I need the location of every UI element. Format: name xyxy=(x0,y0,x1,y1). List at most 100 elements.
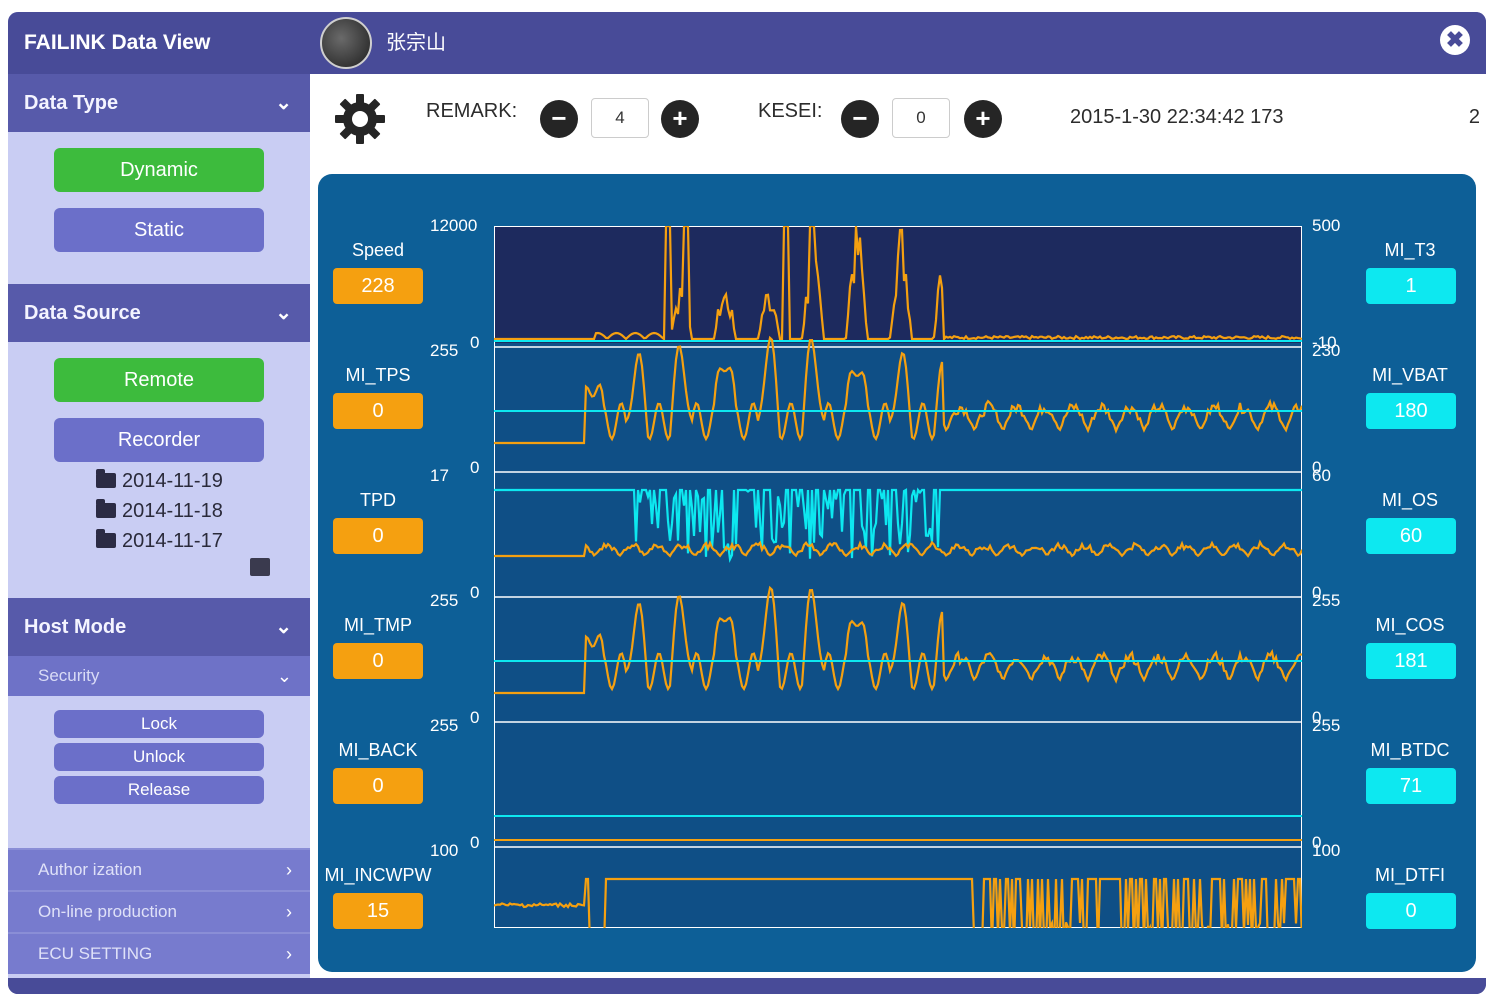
section-host-mode-label: Host Mode xyxy=(24,616,127,638)
kesei-label: KESEI: xyxy=(758,100,823,122)
right-channel-value: 1 xyxy=(1366,268,1456,304)
avatar[interactable] xyxy=(320,17,372,69)
right-channel-label: MI_OS xyxy=(1381,490,1438,510)
left-channel-label: TPD xyxy=(360,490,396,510)
left-channel-label: Speed xyxy=(351,240,405,260)
chart-panel: Speed 228 MI_T3 1 12000 0 500 -10 MI_TPS 0 MI_VBAT… xyxy=(318,174,1476,972)
folder-item[interactable]: 2014-11-18 xyxy=(8,496,310,526)
sidebar-item-label: On-line production xyxy=(38,902,177,921)
section-host-mode[interactable]: Host Mode ⌄ xyxy=(8,598,310,656)
lock-button[interactable]: Lock xyxy=(54,710,264,738)
left-axis-max: 100 xyxy=(430,841,459,860)
kesei-plus-button[interactable]: + xyxy=(964,100,1002,138)
username: 张宗山 xyxy=(386,32,446,54)
close-icon[interactable]: ✖ xyxy=(1440,25,1470,55)
calendar-icon[interactable] xyxy=(250,558,270,576)
left-channel-value: 15 xyxy=(333,893,423,929)
right-channel-label: MI_T3 xyxy=(1384,240,1436,260)
right-channel-value: 71 xyxy=(1366,768,1456,804)
folder-icon xyxy=(96,499,116,518)
left-axis-min: 0 xyxy=(470,333,480,352)
static-button[interactable]: Static xyxy=(54,208,264,252)
folder-label: 2014-11-19 xyxy=(122,470,223,492)
security-toggle[interactable]: Security ⌄ xyxy=(8,656,310,696)
left-channel-label: MI_TMP xyxy=(343,615,412,635)
main-content: REMARK: − 4 + KESEI: − 0 + 2015-1-30 22:… xyxy=(310,74,1486,978)
data-source-body: Remote Recorder 2014-11-19 2014-11-18 20… xyxy=(8,342,310,598)
right-channel-label: MI_VBAT xyxy=(1372,365,1448,385)
folder-icon xyxy=(96,529,116,548)
release-button[interactable]: Release xyxy=(54,776,264,804)
left-channel-value: 0 xyxy=(333,518,423,554)
chevron-down-icon: ⌄ xyxy=(275,302,292,324)
data-type-body: Dynamic Static xyxy=(8,132,310,284)
chevron-down-icon: ⌄ xyxy=(275,92,292,114)
right-channel-value: 0 xyxy=(1366,893,1456,929)
sidebar: FAILINK Data View Data Type ⌄ Dynamic St… xyxy=(8,12,310,978)
timestamp: 2015-1-30 22:34:42 173 xyxy=(1070,106,1284,128)
toolbar: REMARK: − 4 + KESEI: − 0 + 2015-1-30 22:… xyxy=(310,74,1486,164)
gear-icon[interactable] xyxy=(332,91,388,147)
record-count: 2 xyxy=(1468,106,1480,128)
right-channel-value: 181 xyxy=(1366,643,1456,679)
chevron-right-icon: › xyxy=(286,944,292,964)
right-axis-max: 230 xyxy=(1312,341,1341,360)
left-axis-min: 0 xyxy=(470,583,480,602)
remark-plus-button[interactable]: + xyxy=(661,100,699,138)
section-data-type-label: Data Type xyxy=(24,92,119,114)
sidebar-item-ecu-setting[interactable]: ECU SETTING › xyxy=(8,932,310,974)
right-axis-max: 100 xyxy=(1312,841,1341,860)
left-axis-max: 255 xyxy=(430,716,459,735)
sidebar-item-label: ECU SETTING xyxy=(38,944,153,963)
right-channel-label: MI_DTFI xyxy=(1375,865,1445,885)
section-data-source[interactable]: Data Source ⌄ xyxy=(8,284,310,342)
left-channel-label: MI_TPS xyxy=(345,365,411,385)
bottom-bar xyxy=(8,978,1486,994)
left-channel-label: MI_INCWPW xyxy=(324,865,432,885)
chevron-right-icon: › xyxy=(286,902,292,922)
remark-label: REMARK: xyxy=(426,100,518,122)
remark-minus-button[interactable]: − xyxy=(540,100,578,138)
right-channel-value: 60 xyxy=(1366,518,1456,554)
recorder-button[interactable]: Recorder xyxy=(54,418,264,462)
section-data-source-label: Data Source xyxy=(24,302,141,324)
right-axis-max: 255 xyxy=(1312,716,1341,735)
left-axis-min: 0 xyxy=(470,458,480,477)
kesei-value[interactable]: 0 xyxy=(892,98,950,138)
left-channel-value: 228 xyxy=(333,268,423,304)
left-axis-min: 0 xyxy=(470,708,480,727)
section-data-type[interactable]: Data Type ⌄ xyxy=(8,74,310,132)
header: 张宗山 ✖ xyxy=(310,12,1486,74)
sidebar-item-label: Author ization xyxy=(38,860,142,879)
left-channel-value: 0 xyxy=(333,643,423,679)
kesei-minus-button[interactable]: − xyxy=(841,100,879,138)
left-axis-max: 255 xyxy=(430,591,459,610)
remark-value[interactable]: 4 xyxy=(591,98,649,138)
folder-item[interactable]: 2014-11-19 xyxy=(8,466,310,496)
left-axis-max: 12000 xyxy=(430,216,478,235)
folder-item[interactable]: 2014-11-17 xyxy=(8,526,310,556)
right-axis-max: 255 xyxy=(1312,591,1341,610)
unlock-button[interactable]: Unlock xyxy=(54,743,264,771)
left-channel-label: MI_BACK xyxy=(338,740,418,760)
folder-label: 2014-11-18 xyxy=(122,500,223,522)
security-body: Lock Unlock Release xyxy=(8,696,310,848)
left-axis-max: 17 xyxy=(430,466,449,485)
right-axis-max: 500 xyxy=(1312,216,1341,235)
right-channel-label: MI_COS xyxy=(1375,615,1445,635)
sidebar-item-authorization[interactable]: Author ization › xyxy=(8,848,310,890)
dynamic-button[interactable]: Dynamic xyxy=(54,148,264,192)
chevron-right-icon: › xyxy=(286,860,292,880)
right-channel-label: MI_BTDC xyxy=(1370,740,1450,760)
sidebar-item-online-production[interactable]: On-line production › xyxy=(8,890,310,932)
app-title: FAILINK Data View xyxy=(8,12,310,74)
right-channel-value: 180 xyxy=(1366,393,1456,429)
left-channel-value: 0 xyxy=(333,393,423,429)
folder-icon xyxy=(96,469,116,488)
multi-lane-chart[interactable] xyxy=(494,226,1302,928)
security-label: Security xyxy=(38,666,100,685)
chevron-down-icon: ⌄ xyxy=(275,616,292,638)
right-axis-max: 60 xyxy=(1312,466,1331,485)
app-window: FAILINK Data View Data Type ⌄ Dynamic St… xyxy=(8,12,1486,994)
remote-button[interactable]: Remote xyxy=(54,358,264,402)
